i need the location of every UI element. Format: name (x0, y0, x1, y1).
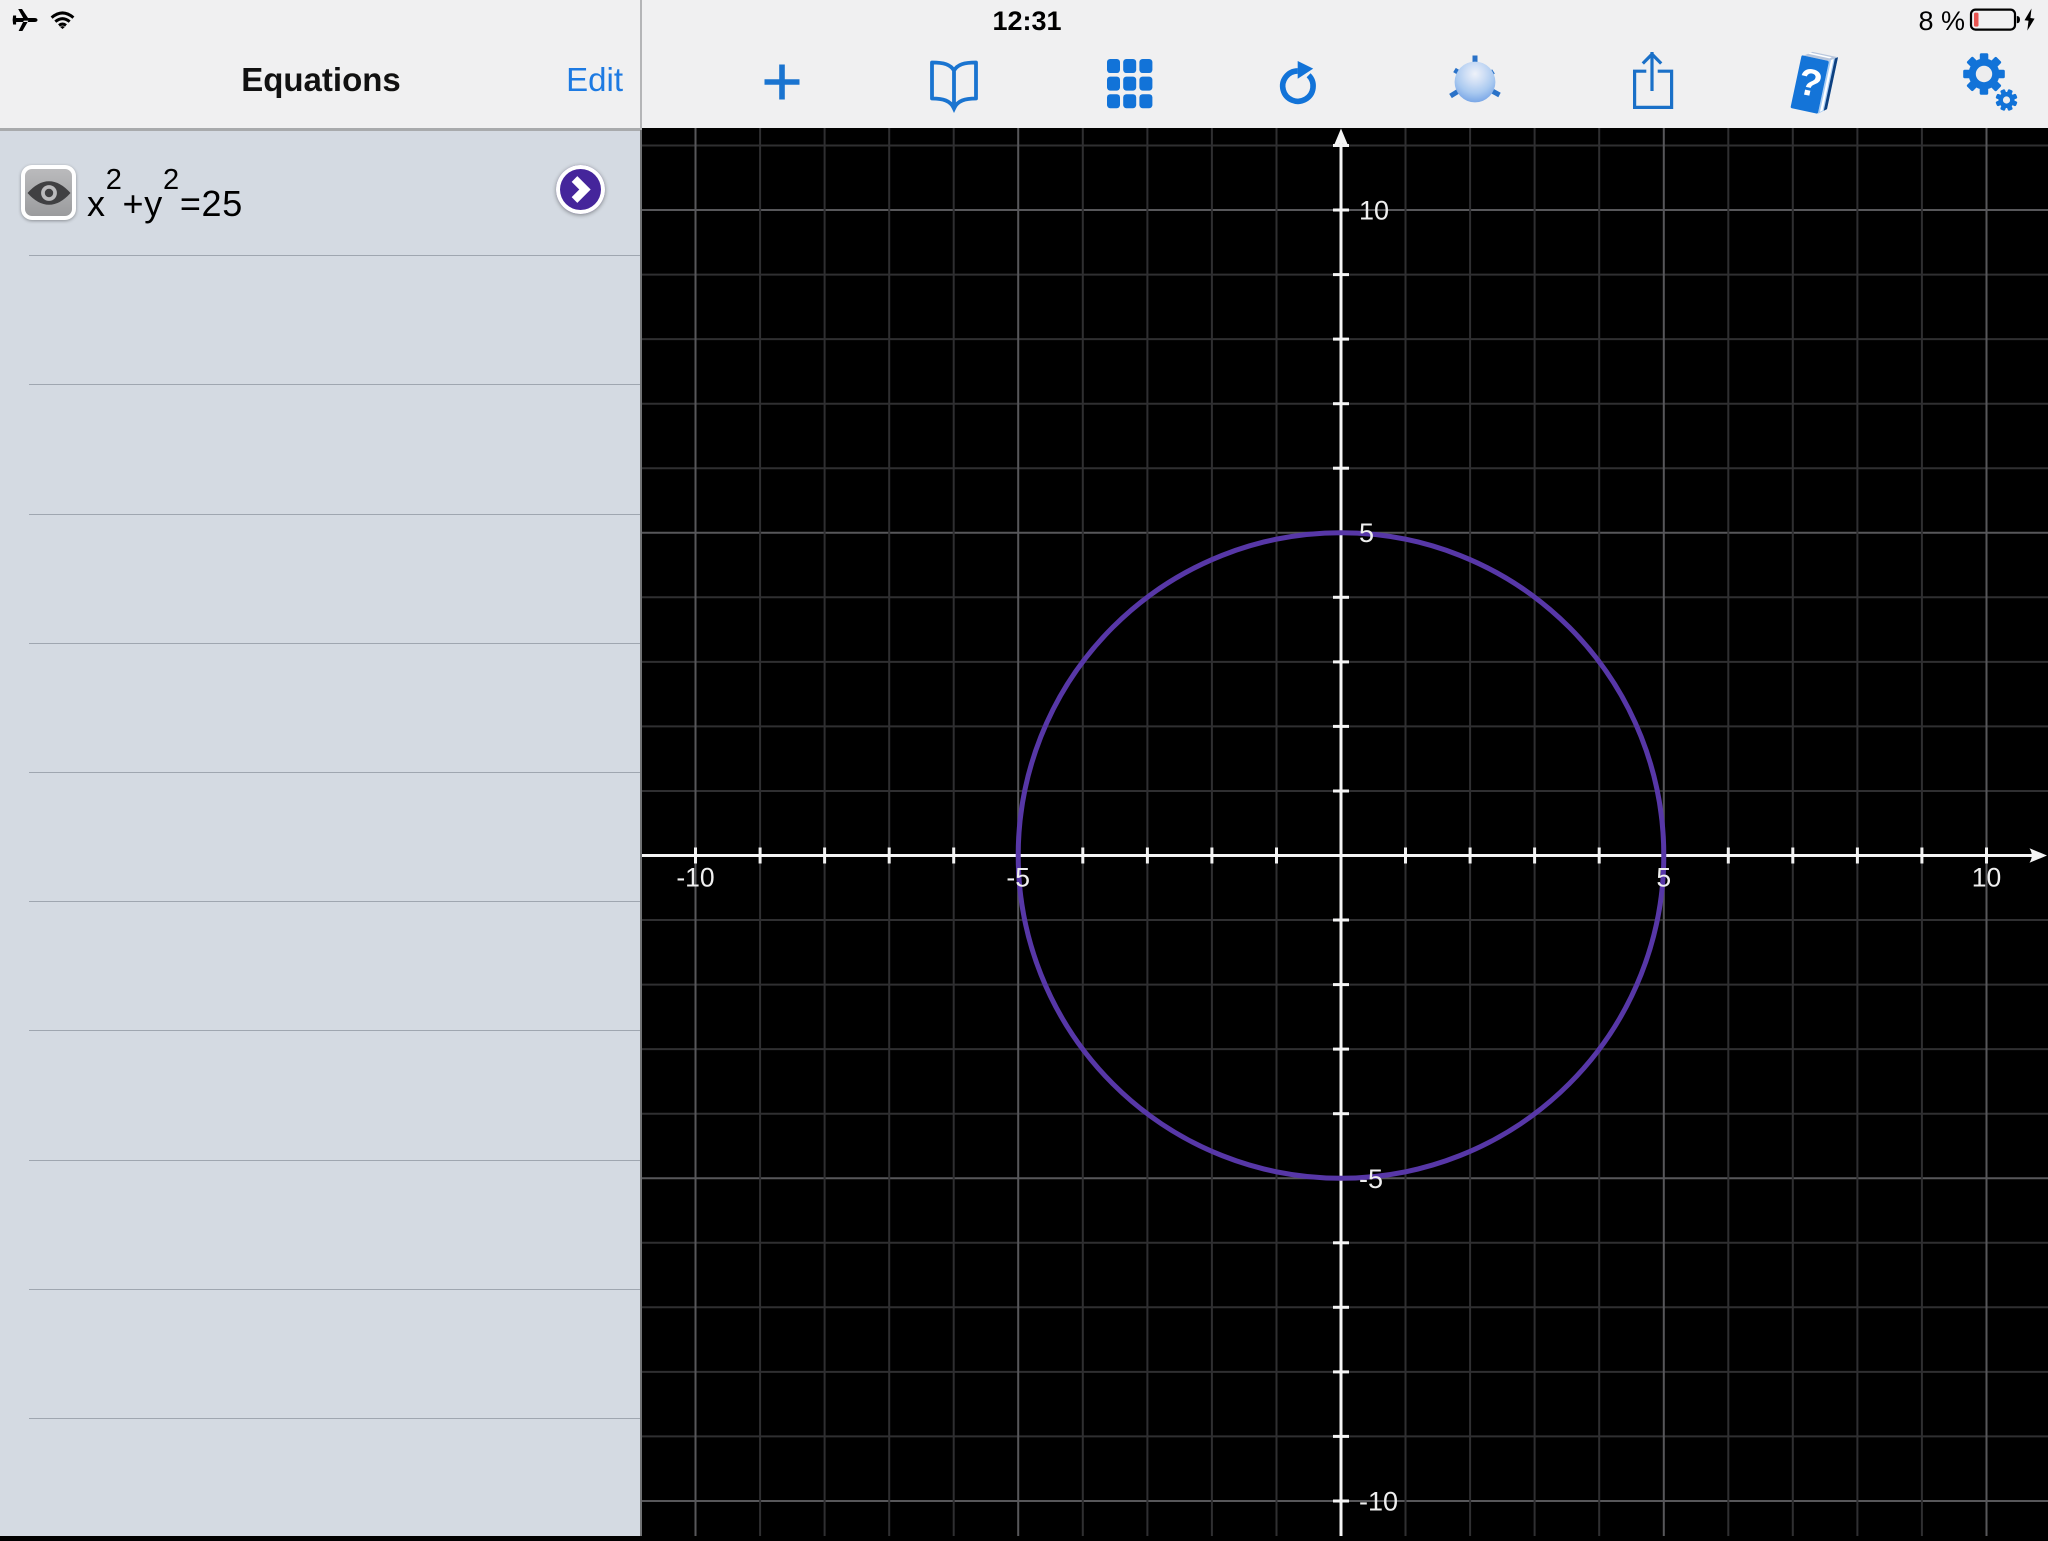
svg-text:10: 10 (1972, 863, 2001, 893)
svg-text:-10: -10 (676, 863, 714, 893)
svg-text:-5: -5 (1359, 1164, 1383, 1194)
svg-text:5: 5 (1656, 863, 1671, 893)
svg-text:-10: -10 (1359, 1487, 1398, 1517)
svg-text:5: 5 (1359, 518, 1374, 548)
svg-text:10: 10 (1359, 196, 1389, 226)
svg-text:-5: -5 (1006, 863, 1030, 893)
